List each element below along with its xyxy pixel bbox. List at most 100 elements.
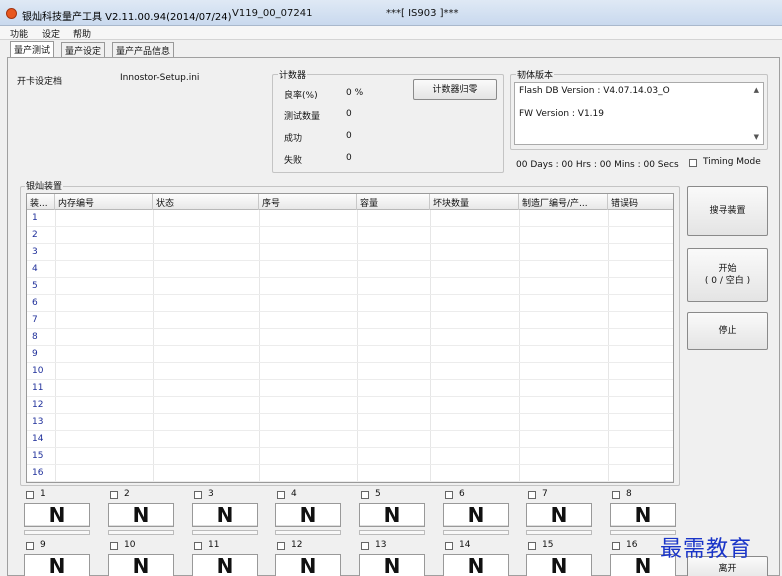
success-value: 0	[346, 131, 352, 141]
slot-status-indicator: N	[108, 554, 174, 576]
firmware-info-box[interactable]: Flash DB Version : V4.07.14.03_O FW Vers…	[514, 82, 764, 145]
col-status[interactable]: 状态	[153, 194, 259, 210]
tab-product-info[interactable]: 量产产品信息	[112, 42, 175, 57]
tab-production-test[interactable]: 量产测试	[10, 41, 55, 58]
slot-checkbox[interactable]	[361, 491, 369, 499]
slot-checkbox[interactable]	[277, 491, 285, 499]
row-number: 12	[32, 400, 44, 410]
col-manufacturer-id[interactable]: 制造厂编号/产...	[519, 194, 608, 210]
slot-number: 5	[375, 489, 381, 499]
table-row[interactable]: 5	[27, 278, 673, 295]
menu-settings[interactable]: 设定	[42, 27, 60, 40]
slot-progress-bar	[526, 530, 592, 535]
col-device[interactable]: 装...	[27, 194, 55, 210]
slot-checkbox[interactable]	[110, 491, 118, 499]
device-table[interactable]: 装... 内存编号 状态 序号 容量 坏块数量 制造厂编号/产... 错误码 1…	[26, 193, 674, 483]
slot-progress-bar	[24, 530, 90, 535]
tab-production-settings[interactable]: 量产设定	[61, 42, 106, 57]
window-version-code: V119_00_07241	[232, 8, 313, 19]
row-number: 13	[32, 417, 44, 427]
table-row[interactable]: 1	[27, 210, 673, 227]
menu-help[interactable]: 帮助	[73, 27, 91, 40]
slot-progress-bar	[275, 530, 341, 535]
slot-number: 16	[626, 540, 638, 550]
slot-checkbox[interactable]	[194, 491, 202, 499]
slot-checkbox[interactable]	[26, 542, 34, 550]
row-number: 10	[32, 366, 44, 376]
fail-label: 失败	[284, 156, 303, 166]
table-row[interactable]: 8	[27, 329, 673, 346]
slot-checkbox[interactable]	[528, 542, 536, 550]
table-row[interactable]: 2	[27, 227, 673, 244]
col-capacity[interactable]: 容量	[357, 194, 430, 210]
slot-status-indicator: N	[275, 554, 341, 576]
slot-status-indicator: N	[108, 503, 174, 527]
slot-checkbox[interactable]	[612, 491, 620, 499]
table-row[interactable]: 14	[27, 431, 673, 448]
slot-number: 15	[542, 540, 554, 550]
slot-number: 4	[291, 489, 297, 499]
slot-checkbox[interactable]	[612, 542, 620, 550]
table-row[interactable]: 12	[27, 397, 673, 414]
table-row[interactable]: 11	[27, 380, 673, 397]
col-serial[interactable]: 序号	[259, 194, 357, 210]
table-row[interactable]: 10	[27, 363, 673, 380]
slot-status-indicator: N	[610, 503, 676, 527]
table-row[interactable]: 4	[27, 261, 673, 278]
slot-progress-bar	[108, 530, 174, 535]
slot-checkbox[interactable]	[361, 542, 369, 550]
table-row[interactable]: 6	[27, 295, 673, 312]
table-row[interactable]: 3	[27, 244, 673, 261]
slot-number: 11	[208, 540, 220, 550]
stop-button[interactable]: 停止	[687, 312, 768, 350]
table-row[interactable]: 13	[27, 414, 673, 431]
settings-file-label: 开卡设定档	[17, 77, 63, 87]
table-row[interactable]: 9	[27, 346, 673, 363]
slot-checkbox[interactable]	[445, 542, 453, 550]
scroll-up-icon[interactable]: ▲	[754, 86, 759, 94]
slot-number: 3	[208, 489, 214, 499]
app-logo-icon	[6, 8, 17, 19]
row-number: 8	[32, 332, 38, 342]
col-memory-id[interactable]: 内存编号	[55, 194, 153, 210]
scroll-down-icon[interactable]: ▼	[754, 133, 759, 141]
slot-checkbox[interactable]	[528, 491, 536, 499]
slot-checkbox[interactable]	[277, 542, 285, 550]
row-number: 11	[32, 383, 44, 393]
slot-number: 1	[40, 489, 46, 499]
slot-progress-bar	[443, 530, 509, 535]
row-number: 16	[32, 468, 44, 478]
table-row[interactable]: 15	[27, 448, 673, 465]
firmware-group-title: 韧体版本	[516, 68, 555, 81]
table-row[interactable]: 7	[27, 312, 673, 329]
slot-number: 10	[124, 540, 136, 550]
col-bad-blocks[interactable]: 坏块数量	[430, 194, 519, 210]
slot-status-indicator: N	[192, 554, 258, 576]
slot-checkbox[interactable]	[110, 542, 118, 550]
slot-number: 12	[291, 540, 303, 550]
table-row[interactable]: 16	[27, 465, 673, 482]
row-number: 1	[32, 213, 38, 223]
row-number: 2	[32, 230, 38, 240]
menu-bar: 功能 设定 帮助	[0, 26, 782, 40]
slot-checkbox[interactable]	[445, 491, 453, 499]
search-devices-button[interactable]: 搜寻装置	[687, 186, 768, 236]
slot-number: 13	[375, 540, 387, 550]
counter-reset-button[interactable]: 计数器归零	[413, 79, 497, 100]
flash-db-version: Flash DB Version : V4.07.14.03_O	[519, 86, 670, 96]
col-error-code[interactable]: 错误码	[608, 194, 673, 210]
row-number: 5	[32, 281, 38, 291]
slot-status-indicator: N	[192, 503, 258, 527]
watermark: 最需教育	[660, 537, 753, 562]
slot-checkbox[interactable]	[26, 491, 34, 499]
row-number: 3	[32, 247, 38, 257]
row-number: 7	[32, 315, 38, 325]
row-number: 14	[32, 434, 44, 444]
start-button[interactable]: 开始 ( 0 / 空白 )	[687, 248, 768, 302]
slot-checkbox[interactable]	[194, 542, 202, 550]
timing-mode-checkbox[interactable]	[689, 159, 697, 167]
fw-version: FW Version : V1.19	[519, 109, 604, 119]
slot-progress-bar	[192, 530, 258, 535]
slot-status-indicator: N	[443, 503, 509, 527]
menu-function[interactable]: 功能	[10, 27, 28, 40]
